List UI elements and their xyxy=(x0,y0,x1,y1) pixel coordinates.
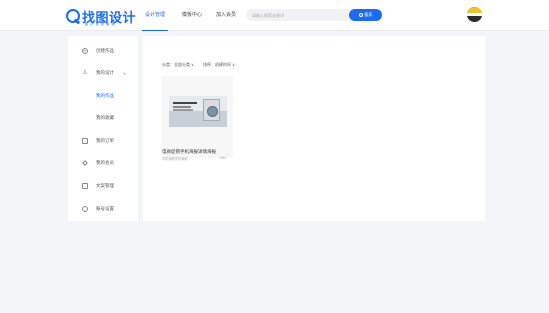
card-meta: 手机海报详情海报 1080 xyxy=(162,156,234,161)
site-logo[interactable]: 找图设计 图片在线编辑 xyxy=(66,9,136,29)
washing-machine-image xyxy=(203,99,220,121)
sidebar-item-label: 账号设置 xyxy=(96,206,114,211)
sidebar-item-my-membership[interactable]: 我的会员 xyxy=(68,156,138,170)
search-button-label: 搜索 xyxy=(364,12,373,17)
main-content: 分类：全部分类∨ 排序：创建时间∨ 电商促销手机海报详情海报 手机海报详情海报 … xyxy=(143,36,485,221)
chevron-down-icon: ∨ xyxy=(123,70,126,76)
card-title[interactable]: 电商促销手机海报详情海报 xyxy=(162,149,216,155)
category-filter[interactable]: 分类：全部分类∨ xyxy=(162,62,194,68)
sidebar-item-my-works[interactable]: 我的作品 xyxy=(68,89,138,103)
sidebar-item-label: 我的收藏 xyxy=(96,115,114,120)
sidebar: + 创建作品 ♙ 我的设计 ∨ 我的作品 我的收藏 我的订单 我的会员 文案管理… xyxy=(68,36,138,221)
nav-join-membership[interactable]: 加入会员 xyxy=(216,11,236,31)
sort-filter[interactable]: 排序：创建时间∨ xyxy=(203,62,235,68)
filter-bar: 分类：全部分类∨ 排序：创建时间∨ xyxy=(162,62,244,68)
sidebar-item-label: 我的订单 xyxy=(96,138,114,143)
card-subtitle: 手机海报详情海报 xyxy=(162,157,188,161)
sidebar-item-copy-management[interactable]: 文案管理 xyxy=(68,179,138,193)
logo-subtitle: 图片在线编辑 xyxy=(85,22,117,26)
chevron-down-icon: ∨ xyxy=(191,62,194,67)
sidebar-item-label: 我的设计 xyxy=(96,70,114,75)
sidebar-item-my-design[interactable]: ♙ 我的设计 ∨ xyxy=(68,66,138,80)
search-bar: 搜索 xyxy=(246,9,382,21)
sidebar-item-label: 创建作品 xyxy=(96,48,114,53)
search-input[interactable] xyxy=(246,9,354,21)
order-icon xyxy=(82,138,88,144)
document-icon xyxy=(82,183,88,189)
sidebar-item-label: 文案管理 xyxy=(96,183,114,188)
diamond-icon xyxy=(82,160,88,166)
nav-template-center[interactable]: 模板中心 xyxy=(182,11,202,31)
sidebar-item-create[interactable]: + 创建作品 xyxy=(68,44,138,58)
nav-design-management[interactable]: 设计管理 xyxy=(142,11,169,31)
sidebar-item-label: 我的作品 xyxy=(96,93,114,98)
settings-icon: · xyxy=(82,206,88,213)
top-header: 找图设计 图片在线编辑 设计管理 模板中心 加入会员 搜索 xyxy=(0,0,549,31)
search-icon xyxy=(358,13,363,17)
card-thumbnail xyxy=(169,96,227,127)
user-avatar[interactable] xyxy=(467,7,482,22)
sidebar-item-my-favorites[interactable]: 我的收藏 xyxy=(68,111,138,125)
user-icon: ♙ xyxy=(82,70,88,76)
sidebar-item-label: 我的会员 xyxy=(96,160,114,165)
plus-circle-icon: + xyxy=(82,48,88,55)
search-button[interactable]: 搜索 xyxy=(349,9,382,21)
sidebar-item-account-settings[interactable]: · 账号设置 xyxy=(68,202,138,216)
main-nav: 设计管理 模板中心 加入会员 xyxy=(142,11,250,31)
chevron-down-icon: ∨ xyxy=(231,62,235,67)
card-size: 1080 xyxy=(219,156,227,160)
work-card[interactable] xyxy=(161,76,233,158)
sidebar-item-my-orders[interactable]: 我的订单 xyxy=(68,134,138,148)
